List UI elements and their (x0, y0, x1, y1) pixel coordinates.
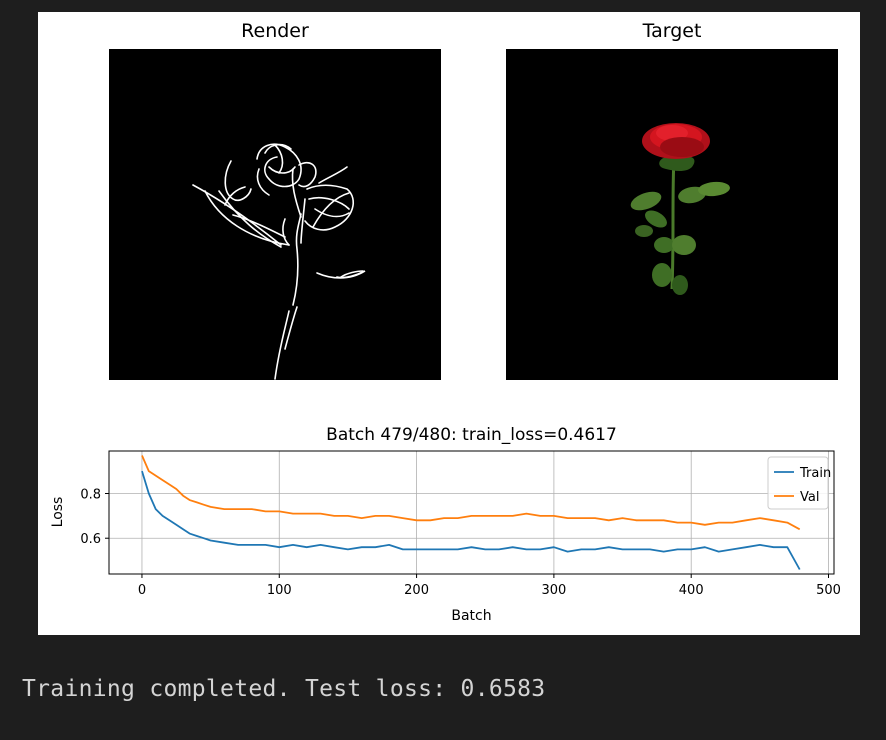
legend-label-val: Val (800, 490, 819, 505)
console-output: Training completed. Test loss: 0.6583 (22, 676, 546, 702)
legend: Train Val (767, 456, 831, 510)
x-tick-label: 500 (816, 583, 841, 598)
series-line-train (141, 470, 801, 570)
series-lines (141, 455, 801, 570)
x-tick-label: 100 (267, 583, 292, 598)
figure: Render Target 0 100 200 300 400 500 0.6 … (38, 12, 860, 635)
x-tick-label: 200 (404, 583, 429, 598)
y-tick-label: 0.6 (80, 532, 101, 547)
loss-chart: 0 100 200 300 400 500 0.6 0.8 Batch 479/480: tr… (50, 425, 841, 624)
grid (109, 451, 834, 574)
legend-label-train: Train (799, 466, 831, 481)
x-axis-label: Batch (451, 608, 491, 624)
x-tick-label: 400 (679, 583, 704, 598)
y-axis-label: Loss (50, 497, 66, 528)
y-tick-label: 0.8 (80, 487, 101, 502)
x-tick-label: 300 (541, 583, 566, 598)
axis-ticks: 0 100 200 300 400 500 0.6 0.8 (80, 487, 841, 598)
plot-frame (108, 450, 835, 575)
chart-title: Batch 479/480: train_loss=0.4617 (326, 425, 617, 445)
x-tick-label: 0 (138, 583, 146, 598)
series-line-val (141, 455, 801, 531)
